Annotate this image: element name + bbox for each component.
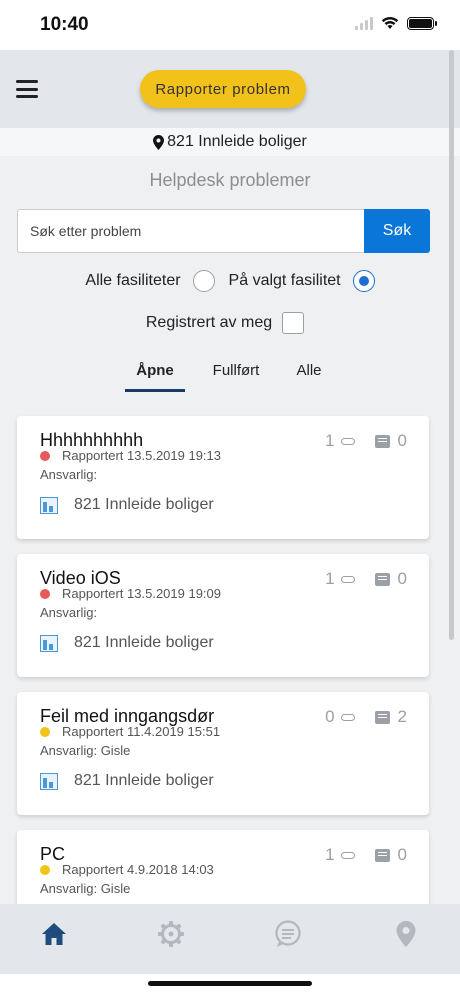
comment-count: 0 <box>397 845 407 864</box>
reported-date: Rapportert 13.5.2019 19:13 <box>62 448 222 463</box>
status-bar: 10:40 <box>0 0 460 50</box>
problem-list[interactable]: Hhhhhhhhhh 1 0 Rapportert 13.5.2019 19:1… <box>0 414 460 904</box>
tab-all[interactable]: Alle <box>289 360 329 392</box>
tab-completed[interactable]: Fullført <box>207 360 265 392</box>
selected-facility-radio[interactable] <box>352 270 375 292</box>
problem-counts: 1 0 <box>325 431 407 451</box>
responsible: Ansvarlig: Gisle <box>40 743 131 758</box>
comment-icon <box>374 434 390 448</box>
page-title: Helpdesk problemer <box>149 170 311 190</box>
settings-icon[interactable] <box>155 918 187 950</box>
menu-icon[interactable] <box>16 80 38 98</box>
problem-counts: 1 0 <box>325 569 407 589</box>
status-dot <box>40 727 50 737</box>
problem-counts: 0 2 <box>325 707 407 727</box>
status-dot <box>40 589 50 599</box>
paperclip-icon <box>340 575 355 583</box>
app-header: Rapporter problem <box>0 50 460 128</box>
home-indicator[interactable] <box>148 981 312 986</box>
all-facilities-radio[interactable] <box>192 270 215 292</box>
registered-by-me-label: Registrert av meg <box>145 314 273 331</box>
battery-icon <box>407 16 437 30</box>
chat-icon[interactable] <box>272 918 304 950</box>
status-dot <box>40 451 50 461</box>
reported-date: Rapportert 13.5.2019 19:09 <box>62 586 222 601</box>
problem-counts: 1 0 <box>325 845 407 865</box>
problem-facility: 821 Innleide boliger <box>74 496 214 513</box>
scrollbar[interactable] <box>449 50 454 640</box>
building-icon <box>40 773 58 790</box>
comment-count: 0 <box>397 431 407 450</box>
status-time: 10:40 <box>40 14 89 35</box>
location-icon[interactable] <box>390 918 422 950</box>
status-icons <box>355 16 437 30</box>
home-icon[interactable] <box>38 918 70 950</box>
attachment-count: 1 <box>325 845 335 864</box>
all-facilities-label: Alle fasiliteter <box>85 272 181 289</box>
responsible: Ansvarlig: Gisle <box>40 881 131 896</box>
attachment-count: 0 <box>325 707 335 726</box>
report-problem-button[interactable]: Rapporter problem <box>140 70 306 108</box>
tab-open[interactable]: Åpne <box>125 360 185 392</box>
status-tabs: Åpne Fullført Alle <box>0 360 460 392</box>
facility-filter: Alle fasiliteter På valgt fasilitet <box>0 270 460 292</box>
responsible: Ansvarlig: <box>40 467 98 482</box>
registered-by-me-checkbox[interactable] <box>282 312 305 334</box>
selected-facility-label: På valgt fasilitet <box>228 272 341 289</box>
reported-date: Rapportert 11.4.2019 15:51 <box>62 724 221 739</box>
bottom-tab-bar <box>0 904 460 974</box>
paperclip-icon <box>340 437 355 445</box>
comment-count: 0 <box>397 569 407 588</box>
reported-date: Rapportert 4.9.2018 14:03 <box>62 862 214 877</box>
problem-facility: 821 Innleide boliger <box>74 772 214 789</box>
comment-count: 2 <box>397 707 407 726</box>
problem-card[interactable]: Feil med inngangsdør 0 2 Rapportert 11.4… <box>17 692 429 815</box>
attachment-count: 1 <box>325 431 335 450</box>
search-input[interactable] <box>17 209 365 253</box>
building-icon <box>40 497 58 514</box>
status-dot <box>40 865 50 875</box>
search-button[interactable]: Søk <box>364 209 430 253</box>
building-icon <box>40 635 58 652</box>
problem-card[interactable]: Video iOS 1 0 Rapportert 13.5.2019 19:09… <box>17 554 429 677</box>
paperclip-icon <box>340 851 355 859</box>
comment-icon <box>374 572 390 586</box>
comment-icon <box>374 848 390 862</box>
attachment-count: 1 <box>325 569 335 588</box>
facility-name: 821 Innleide boliger <box>167 133 307 150</box>
signal-icon <box>355 16 373 30</box>
responsible: Ansvarlig: <box>40 605 98 620</box>
problem-card[interactable]: PC 1 0 Rapportert 4.9.2018 14:03 Ansvarl… <box>17 830 429 904</box>
wifi-icon <box>381 16 399 29</box>
problem-card[interactable]: Hhhhhhhhhh 1 0 Rapportert 13.5.2019 19:1… <box>17 416 429 539</box>
problem-facility: 821 Innleide boliger <box>74 634 214 651</box>
registered-by-me-filter: Registrert av meg <box>0 312 460 334</box>
comment-icon <box>374 710 390 724</box>
facility-bar[interactable]: 821 Innleide boliger <box>0 128 460 156</box>
location-pin-icon <box>153 134 165 150</box>
paperclip-icon <box>340 713 355 721</box>
